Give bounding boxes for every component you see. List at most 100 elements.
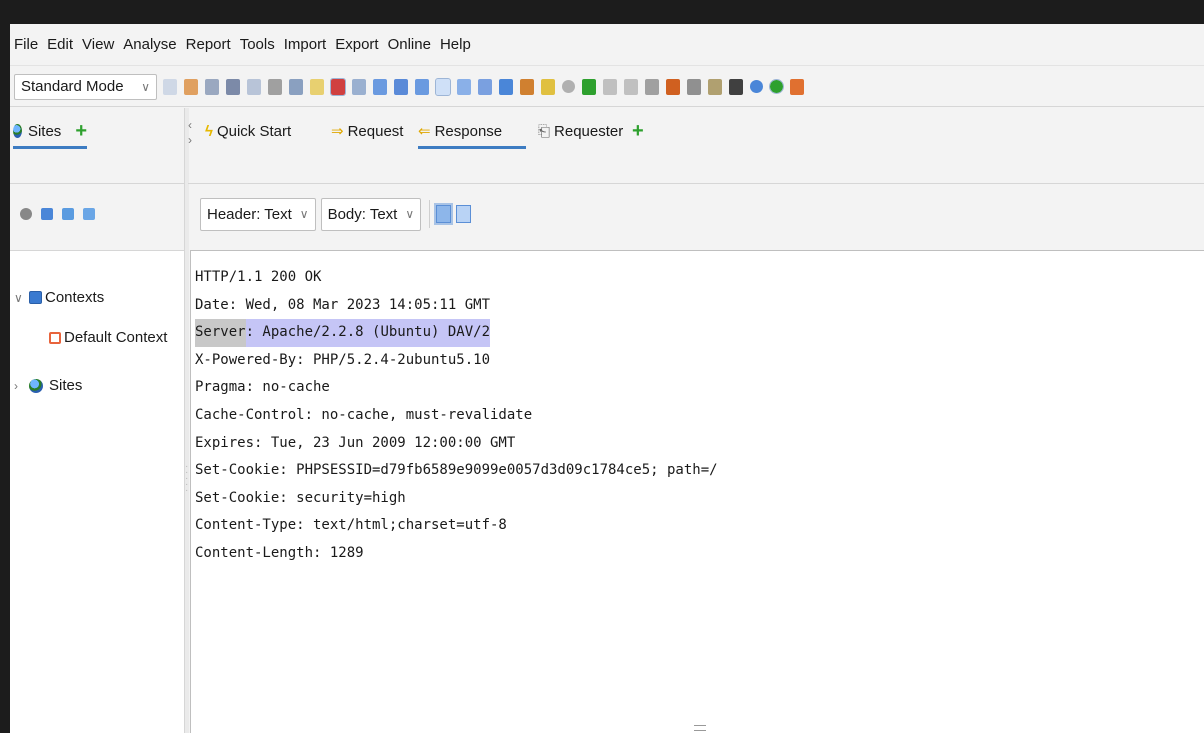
menu-tools[interactable]: Tools	[240, 34, 275, 55]
zap-window: File Edit View Analyse Report Tools Impo…	[10, 24, 1204, 733]
tab-sites-label: Sites	[27, 122, 62, 140]
main-toolbar: Standard Mode ∨	[10, 67, 1204, 107]
break-icon[interactable]	[520, 78, 534, 95]
sites-toolbar	[10, 189, 184, 239]
toolbar-separator	[429, 200, 431, 228]
expand-info-icon[interactable]	[330, 77, 346, 96]
header-view-value: Header: Text	[207, 205, 292, 223]
step-icon[interactable]	[582, 78, 596, 95]
menu-file[interactable]: File	[14, 34, 38, 55]
unpin-tabs-icon[interactable]	[478, 78, 492, 95]
tab-label: Request	[347, 122, 404, 140]
tab-request[interactable]: ⇒ Request	[331, 116, 403, 146]
proxy-icon[interactable]	[499, 78, 513, 95]
lightning-icon: ϟ	[205, 122, 213, 140]
export-context-icon[interactable]	[83, 208, 95, 220]
globe-icon	[13, 124, 22, 138]
set-break-icon[interactable]	[562, 80, 575, 93]
add-note-icon[interactable]	[750, 80, 763, 93]
open-session-icon[interactable]	[184, 78, 198, 95]
layout-full-icon[interactable]	[352, 78, 366, 95]
request-icon[interactable]	[708, 78, 722, 95]
response-line: Date: Wed, 08 Mar 2023 14:05:11 GMT	[195, 296, 491, 313]
response-line: Set-Cookie: security=high	[195, 489, 406, 506]
response-line: HTTP/1.1 200 OK	[195, 269, 322, 285]
tree-node-contexts[interactable]: ∨ Contexts	[14, 289, 104, 306]
tree-node-label: Default Context	[64, 329, 168, 346]
session-properties-icon[interactable]	[247, 78, 261, 95]
header-view-select[interactable]: Header: Text ∨	[200, 197, 316, 231]
highlighted-key: Server	[195, 319, 246, 347]
expand-arrow-icon[interactable]: ∨	[14, 291, 24, 305]
manage-addons-icon[interactable]	[729, 78, 743, 95]
response-line: Content-Type: text/html;charset=utf-8	[195, 517, 507, 534]
resize-handle-icon[interactable]	[694, 725, 706, 731]
tab-sites[interactable]: Sites +	[13, 116, 87, 149]
collapse-arrow-icon[interactable]: ›	[14, 379, 24, 393]
snapshot-icon[interactable]	[226, 78, 240, 95]
scan-policy-icon[interactable]	[687, 78, 701, 95]
tab-quick-start[interactable]: ϟ Quick Start	[205, 116, 291, 146]
response-line: Expires: Tue, 23 Jun 2009 12:00:00 GMT	[195, 434, 516, 451]
add-tab-icon[interactable]: +	[75, 121, 87, 141]
target-icon[interactable]	[20, 208, 32, 220]
response-line: X-Powered-By: PHP/5.2.4-2ubuntu5.10	[195, 351, 491, 368]
menu-report[interactable]: Report	[186, 34, 231, 55]
new-context-icon[interactable]	[41, 208, 53, 220]
response-header-panel[interactable]: HTTP/1.1 200 OK Date: Wed, 08 Mar 2023 1…	[190, 250, 1204, 733]
tree-node-default-context[interactable]: Default Context	[49, 329, 167, 346]
sites-tree: ∨ Contexts Default Context › Sites	[10, 250, 184, 733]
pin-tabs-icon[interactable]	[457, 78, 471, 95]
tab-label: Requester	[554, 122, 624, 140]
combined-view-icon[interactable]	[456, 205, 472, 223]
tab-scroll-arrows-icon[interactable]: ‹ ›	[188, 118, 198, 148]
tab-requester[interactable]: ⎗ Requester	[538, 116, 623, 146]
menu-help[interactable]: Help	[440, 34, 471, 55]
tree-node-label: Sites	[49, 377, 83, 394]
layout-icon[interactable]	[289, 78, 303, 95]
new-session-icon[interactable]	[163, 78, 177, 95]
import-context-icon[interactable]	[62, 208, 74, 220]
hud-icon[interactable]	[769, 79, 784, 94]
layout-side-icon[interactable]	[394, 78, 408, 95]
response-line: Set-Cookie: PHPSESSID=d79fb6589e9099e005…	[195, 462, 718, 479]
mode-select[interactable]: Standard Mode ∨	[14, 73, 157, 100]
chevron-down-icon: ∨	[299, 207, 309, 221]
split-view-icon[interactable]	[434, 203, 454, 225]
menu-import[interactable]: Import	[284, 34, 327, 55]
workspace-tabs: ‹ › ϟ Quick Start ⇒ Request ⇐ Response ⎗ …	[188, 108, 1204, 184]
tab-label: Quick Start	[216, 122, 292, 140]
remove-break-icon[interactable]	[645, 78, 659, 95]
body-view-value: Body: Text	[327, 205, 398, 223]
persist-session-icon[interactable]	[205, 78, 219, 95]
expand-sites-icon[interactable]	[310, 78, 324, 95]
tab-label: Response	[434, 122, 503, 140]
response-line: Cache-Control: no-cache, must-revalidate	[195, 406, 533, 423]
menu-bar: File Edit View Analyse Report Tools Impo…	[10, 24, 1204, 66]
body-view-select[interactable]: Body: Text ∨	[320, 197, 422, 231]
tree-node-label: Contexts	[45, 289, 105, 306]
menu-export[interactable]: Export	[335, 34, 378, 55]
show-all-tabs-icon[interactable]	[435, 77, 451, 96]
highlighted-value: : Apache/2.2.8 (Ubuntu) DAV/2	[245, 319, 491, 347]
layout-tabs-icon[interactable]	[373, 78, 387, 95]
options-icon[interactable]	[268, 78, 282, 95]
continue-icon[interactable]	[603, 78, 617, 95]
drop-icon[interactable]	[624, 78, 638, 95]
firefox-icon[interactable]	[790, 78, 804, 95]
menu-edit[interactable]: Edit	[47, 34, 73, 55]
menu-analyse[interactable]: Analyse	[123, 34, 176, 55]
tab-response[interactable]: ⇐ Response	[418, 116, 526, 149]
layout-below-icon[interactable]	[415, 78, 429, 95]
tree-node-sites[interactable]: › Sites	[14, 377, 82, 394]
add-tab-button[interactable]: +	[632, 116, 644, 146]
response-line-highlighted: Server: Apache/2.2.8 (Ubuntu) DAV/2	[195, 319, 1204, 347]
hint-icon[interactable]	[541, 78, 555, 95]
response-line: Content-Length: 1289	[195, 544, 364, 561]
globe-icon	[29, 378, 43, 393]
fuzz-icon[interactable]	[666, 78, 680, 95]
plus-icon: +	[632, 120, 644, 142]
splitter-grip-icon[interactable]: · · · · ·	[185, 462, 188, 496]
menu-view[interactable]: View	[82, 34, 114, 55]
menu-online[interactable]: Online	[388, 34, 431, 55]
